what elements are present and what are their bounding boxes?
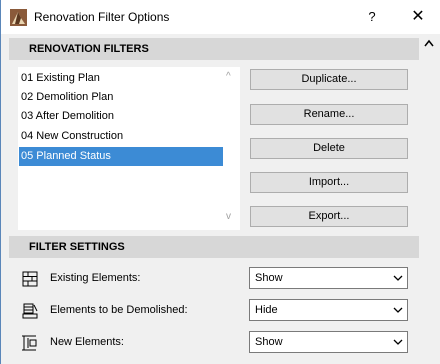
window-title: Renovation Filter Options xyxy=(34,10,170,24)
existing-elements-value: Show xyxy=(255,272,283,284)
rename-button[interactable]: Rename... xyxy=(250,104,408,125)
existing-elements-label: Existing Elements: xyxy=(50,272,141,284)
list-scroll-up-icon[interactable]: ^ xyxy=(226,71,231,82)
delete-button[interactable]: Delete xyxy=(250,138,408,159)
existing-elements-row: Existing Elements: Show xyxy=(19,267,419,291)
existing-elements-select[interactable]: Show xyxy=(249,267,408,289)
export-button[interactable]: Export... xyxy=(250,206,408,227)
list-item[interactable]: 01 Existing Plan xyxy=(19,69,223,88)
chevron-down-icon xyxy=(393,339,403,345)
demolished-elements-icon xyxy=(22,303,38,319)
list-item[interactable]: 04 New Construction xyxy=(19,127,223,146)
demolished-elements-value: Hide xyxy=(255,304,278,316)
close-button[interactable]: ✕ xyxy=(401,3,435,31)
demolished-elements-select[interactable]: Hide xyxy=(249,299,408,321)
existing-elements-icon xyxy=(22,271,38,287)
app-icon xyxy=(10,9,27,26)
list-scroll-down-icon[interactable]: v xyxy=(226,211,231,222)
demolished-elements-row: Elements to be Demolished: Hide xyxy=(19,299,419,323)
duplicate-button[interactable]: Duplicate... xyxy=(250,69,408,90)
import-button[interactable]: Import... xyxy=(250,172,408,193)
list-item[interactable]: 03 After Demolition xyxy=(19,107,223,126)
help-button[interactable]: ? xyxy=(357,3,387,31)
new-elements-value: Show xyxy=(255,336,283,348)
new-elements-row: New Elements: Show xyxy=(19,331,419,355)
scroll-up-caret-icon[interactable] xyxy=(423,38,435,48)
new-elements-select[interactable]: Show xyxy=(249,331,408,353)
list-item[interactable]: 02 Demolition Plan xyxy=(19,88,223,107)
filter-settings-header[interactable]: FILTER SETTINGS xyxy=(9,236,419,258)
new-elements-icon xyxy=(22,335,37,351)
new-elements-label: New Elements: xyxy=(50,336,124,348)
title-bar[interactable]: Renovation Filter Options ? ✕ xyxy=(1,0,440,34)
list-item-selected[interactable]: 05 Planned Status xyxy=(19,147,223,166)
renovation-filter-list[interactable]: 01 Existing Plan 02 Demolition Plan 03 A… xyxy=(18,67,240,230)
chevron-down-icon xyxy=(393,275,403,281)
renovation-filters-header[interactable]: RENOVATION FILTERS xyxy=(9,38,419,60)
demolished-elements-label: Elements to be Demolished: xyxy=(50,304,188,316)
renovation-filter-options-dialog: Renovation Filter Options ? ✕ RENOVATION… xyxy=(0,0,440,364)
chevron-down-icon xyxy=(393,307,403,313)
